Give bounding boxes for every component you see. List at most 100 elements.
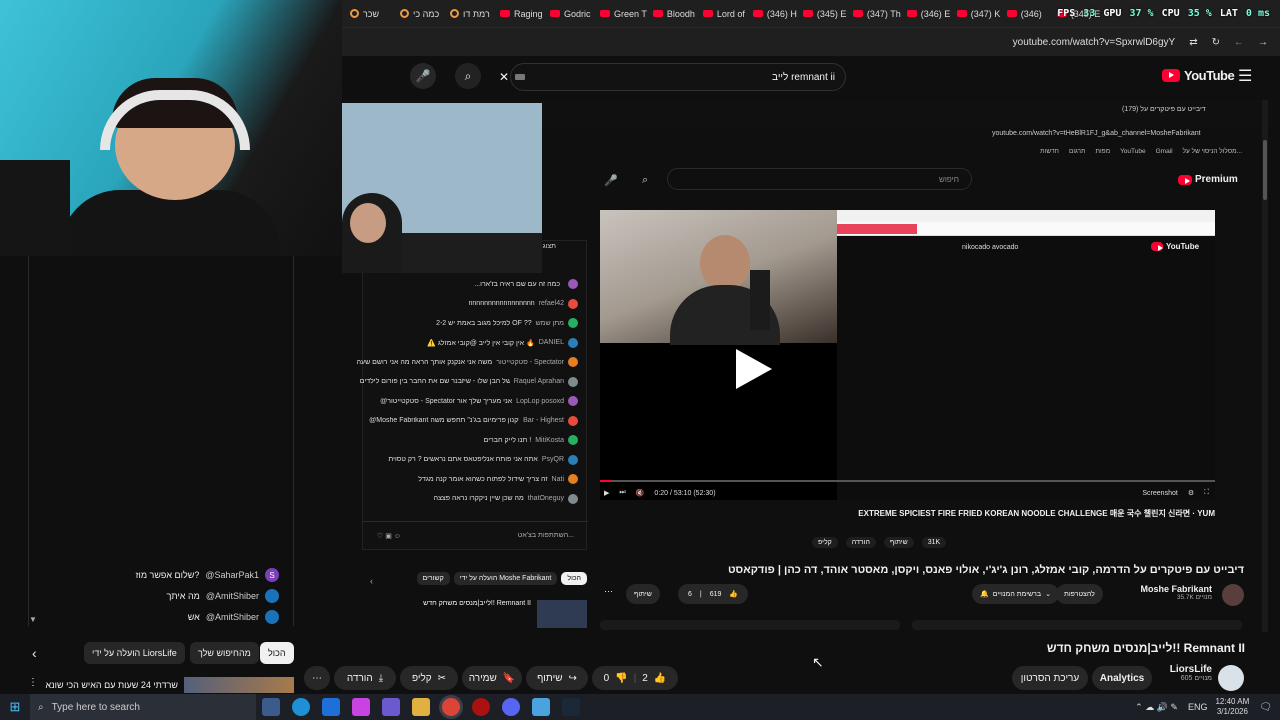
avatar[interactable]: [265, 589, 279, 603]
more-actions-button[interactable]: ⋯: [304, 666, 330, 690]
obs-icon[interactable]: [472, 698, 490, 716]
chat-username[interactable]: @AmitShiber: [206, 612, 259, 622]
video-player[interactable]: YouTube nikocado avocado ▶ ⏭ 🔇 0:20 / 53…: [600, 210, 1215, 500]
chip-from-search[interactable]: מהחיפוש שלך: [190, 642, 259, 664]
bookmark-item[interactable]: (347) K: [956, 9, 1001, 19]
keyboard-icon[interactable]: [515, 74, 525, 80]
bookmark-item[interactable]: (346) H: [752, 9, 797, 19]
inner-chip: הועלה על ידי Moshe Fabrikant: [453, 572, 558, 585]
video-title: לייב|מנסים משחק חדש!! Remnant II: [1046, 641, 1245, 655]
avatar[interactable]: S: [265, 568, 279, 582]
avatar: [568, 396, 578, 406]
save-button[interactable]: שמירה 🔖: [462, 666, 522, 690]
clear-search-icon[interactable]: ✕: [499, 70, 509, 84]
inner-chat-message: תנו לייק חברים ! MitiKosta: [484, 435, 578, 445]
reload-icon[interactable]: ↻: [1212, 37, 1220, 48]
chrome-icon[interactable]: [442, 698, 460, 716]
inner-bookmark: מפות: [1095, 148, 1111, 155]
dislike-icon[interactable]: 👎: [615, 673, 627, 684]
edge-icon[interactable]: [292, 698, 310, 716]
site-icon: [350, 9, 359, 18]
taskbar-search[interactable]: ⌕ Type here to search: [30, 694, 256, 720]
youtube-icon: [550, 10, 560, 17]
bookmark-item[interactable]: (346) E: [906, 9, 951, 19]
chips-prev-icon[interactable]: ‹: [32, 645, 37, 661]
bookmark-item[interactable]: Lord of: [702, 9, 747, 19]
inner-mic-icon: 🎤: [604, 175, 618, 187]
channel-avatar[interactable]: [1218, 665, 1244, 691]
bookmark-item[interactable]: (347) Th: [852, 9, 901, 19]
search-input[interactable]: ✕ לייב remnant ii: [499, 63, 846, 91]
avatar: [568, 376, 578, 387]
explorer-icon[interactable]: [412, 698, 430, 716]
youtube-icon: [1006, 10, 1017, 17]
chat-text: שלום אפשר מוז?: [135, 570, 200, 580]
webcam-feed: [0, 0, 342, 256]
bookmark-item[interactable]: Bloodh: [652, 9, 697, 19]
chat-username[interactable]: @SaharPak1: [205, 570, 259, 580]
inner-search-icon: ⌕: [642, 174, 649, 186]
translate-icon[interactable]: ⇄: [1189, 37, 1197, 48]
clip-button[interactable]: קליפ ✂: [400, 666, 458, 690]
steam-icon[interactable]: [562, 698, 580, 716]
clock[interactable]: 12:40 AM 3/1/2026: [1215, 697, 1249, 717]
bookmark-item[interactable]: שכר: [350, 9, 394, 19]
discord-icon[interactable]: [502, 698, 520, 716]
inner-search: חיפוש: [667, 168, 972, 190]
bookmark-item[interactable]: Godric: [550, 9, 594, 19]
inner-chat: תצוגה בז ...כמה זה עם שם ראיה בז'ארו nnnn…: [357, 240, 588, 550]
inner-more-icon: ⋯: [604, 586, 613, 596]
app-icon[interactable]: [382, 698, 400, 716]
bookmark-item[interactable]: (345) E: [802, 9, 847, 19]
perf-overlay: FPS 33 GPU 37 % CPU 35 % LAT 0 ms: [1057, 8, 1270, 19]
avatar[interactable]: [265, 610, 279, 624]
windows-start-icon[interactable]: ⊞: [0, 699, 30, 715]
bookmark-item[interactable]: כמה כי: [400, 9, 444, 19]
play-icon[interactable]: [728, 345, 776, 393]
search-icon[interactable]: ⌕: [455, 63, 481, 89]
settings-icon[interactable]: ⚙: [1188, 489, 1194, 497]
bookmark-item[interactable]: Raging: [500, 9, 544, 19]
player-controls[interactable]: ▶ ⏭ 🔇 0:20 / 53:10 (52:30) Screenshot ⚙ …: [600, 486, 1215, 500]
store-icon[interactable]: [322, 698, 340, 716]
bookmark-item[interactable]: (346): [1006, 9, 1051, 19]
youtube-logo[interactable]: YouTube: [1162, 68, 1235, 83]
inner-chips: הכול הועלה על ידי Moshe Fabrikant קשורים: [402, 572, 587, 585]
analytics-button[interactable]: Analytics: [1092, 666, 1152, 690]
chat-username[interactable]: @AmitShiber: [206, 591, 259, 601]
notification-icon[interactable]: 🗨: [1259, 702, 1272, 713]
inner-url: youtube.com/watch?v=tHeBlR1FJ_g&ab_chann…: [992, 130, 1201, 137]
edit-video-button[interactable]: עריכת הסרטון: [1012, 666, 1088, 690]
like-dislike-bar[interactable]: 0 👎 | 2 👍: [592, 666, 678, 690]
bookmark-item[interactable]: רמת דו: [450, 9, 494, 19]
more-icon[interactable]: ⋮: [28, 677, 38, 688]
chip-all[interactable]: הכול: [260, 642, 294, 664]
left-chat-panel: שלום אפשר מוז? @SaharPak1 S מה איתך @AmitShi…: [28, 256, 294, 626]
scroll-down-icon[interactable]: ▼: [29, 615, 37, 624]
like-icon[interactable]: 👍: [654, 673, 666, 684]
bookmark-item[interactable]: Green T: [600, 9, 647, 19]
task-view-icon[interactable]: [262, 698, 280, 716]
inner-bookmark: חדשות: [1040, 148, 1059, 155]
back-icon[interactable]: ←: [1234, 37, 1244, 48]
download-button[interactable]: הורדה ⤓: [334, 666, 396, 690]
mic-icon[interactable]: 🎤: [410, 63, 436, 89]
chip-uploaded-by[interactable]: הועלה על ידי LiorsLife: [84, 642, 185, 664]
language-indicator[interactable]: ENG: [1188, 702, 1208, 712]
copilot-icon[interactable]: [352, 698, 370, 716]
volume-icon[interactable]: 🔇: [636, 489, 645, 497]
url-text[interactable]: youtube.com/watch?v=SpxrwlD6gyY: [1013, 37, 1176, 48]
related-item[interactable]: שרדתי 24 שעות עם האיש הכי שונא: [28, 676, 294, 694]
chat-message: מה איתך @AmitShiber: [167, 589, 279, 603]
inner-chat-message: ⚠️ אין קובי אין לייב @קובי אמזלג 🔥 DANIEL: [427, 337, 578, 348]
share-button[interactable]: שיתוף ↪: [526, 666, 588, 690]
inner-chat-message: גינוסר בבית ספר של הבן שלו - שיזבנר שם א…: [360, 376, 578, 387]
forward-icon[interactable]: →: [1258, 37, 1268, 48]
play-small-icon[interactable]: ▶: [604, 489, 609, 497]
app2-icon[interactable]: [532, 698, 550, 716]
menu-icon[interactable]: ☰: [1238, 66, 1252, 86]
youtube-icon: [752, 10, 763, 17]
next-icon[interactable]: ⏭: [619, 489, 625, 497]
fullscreen-icon[interactable]: ⛶: [1204, 489, 1215, 497]
tray-icons[interactable]: ⌃ ☁ 🔊 ✎: [1135, 702, 1178, 713]
